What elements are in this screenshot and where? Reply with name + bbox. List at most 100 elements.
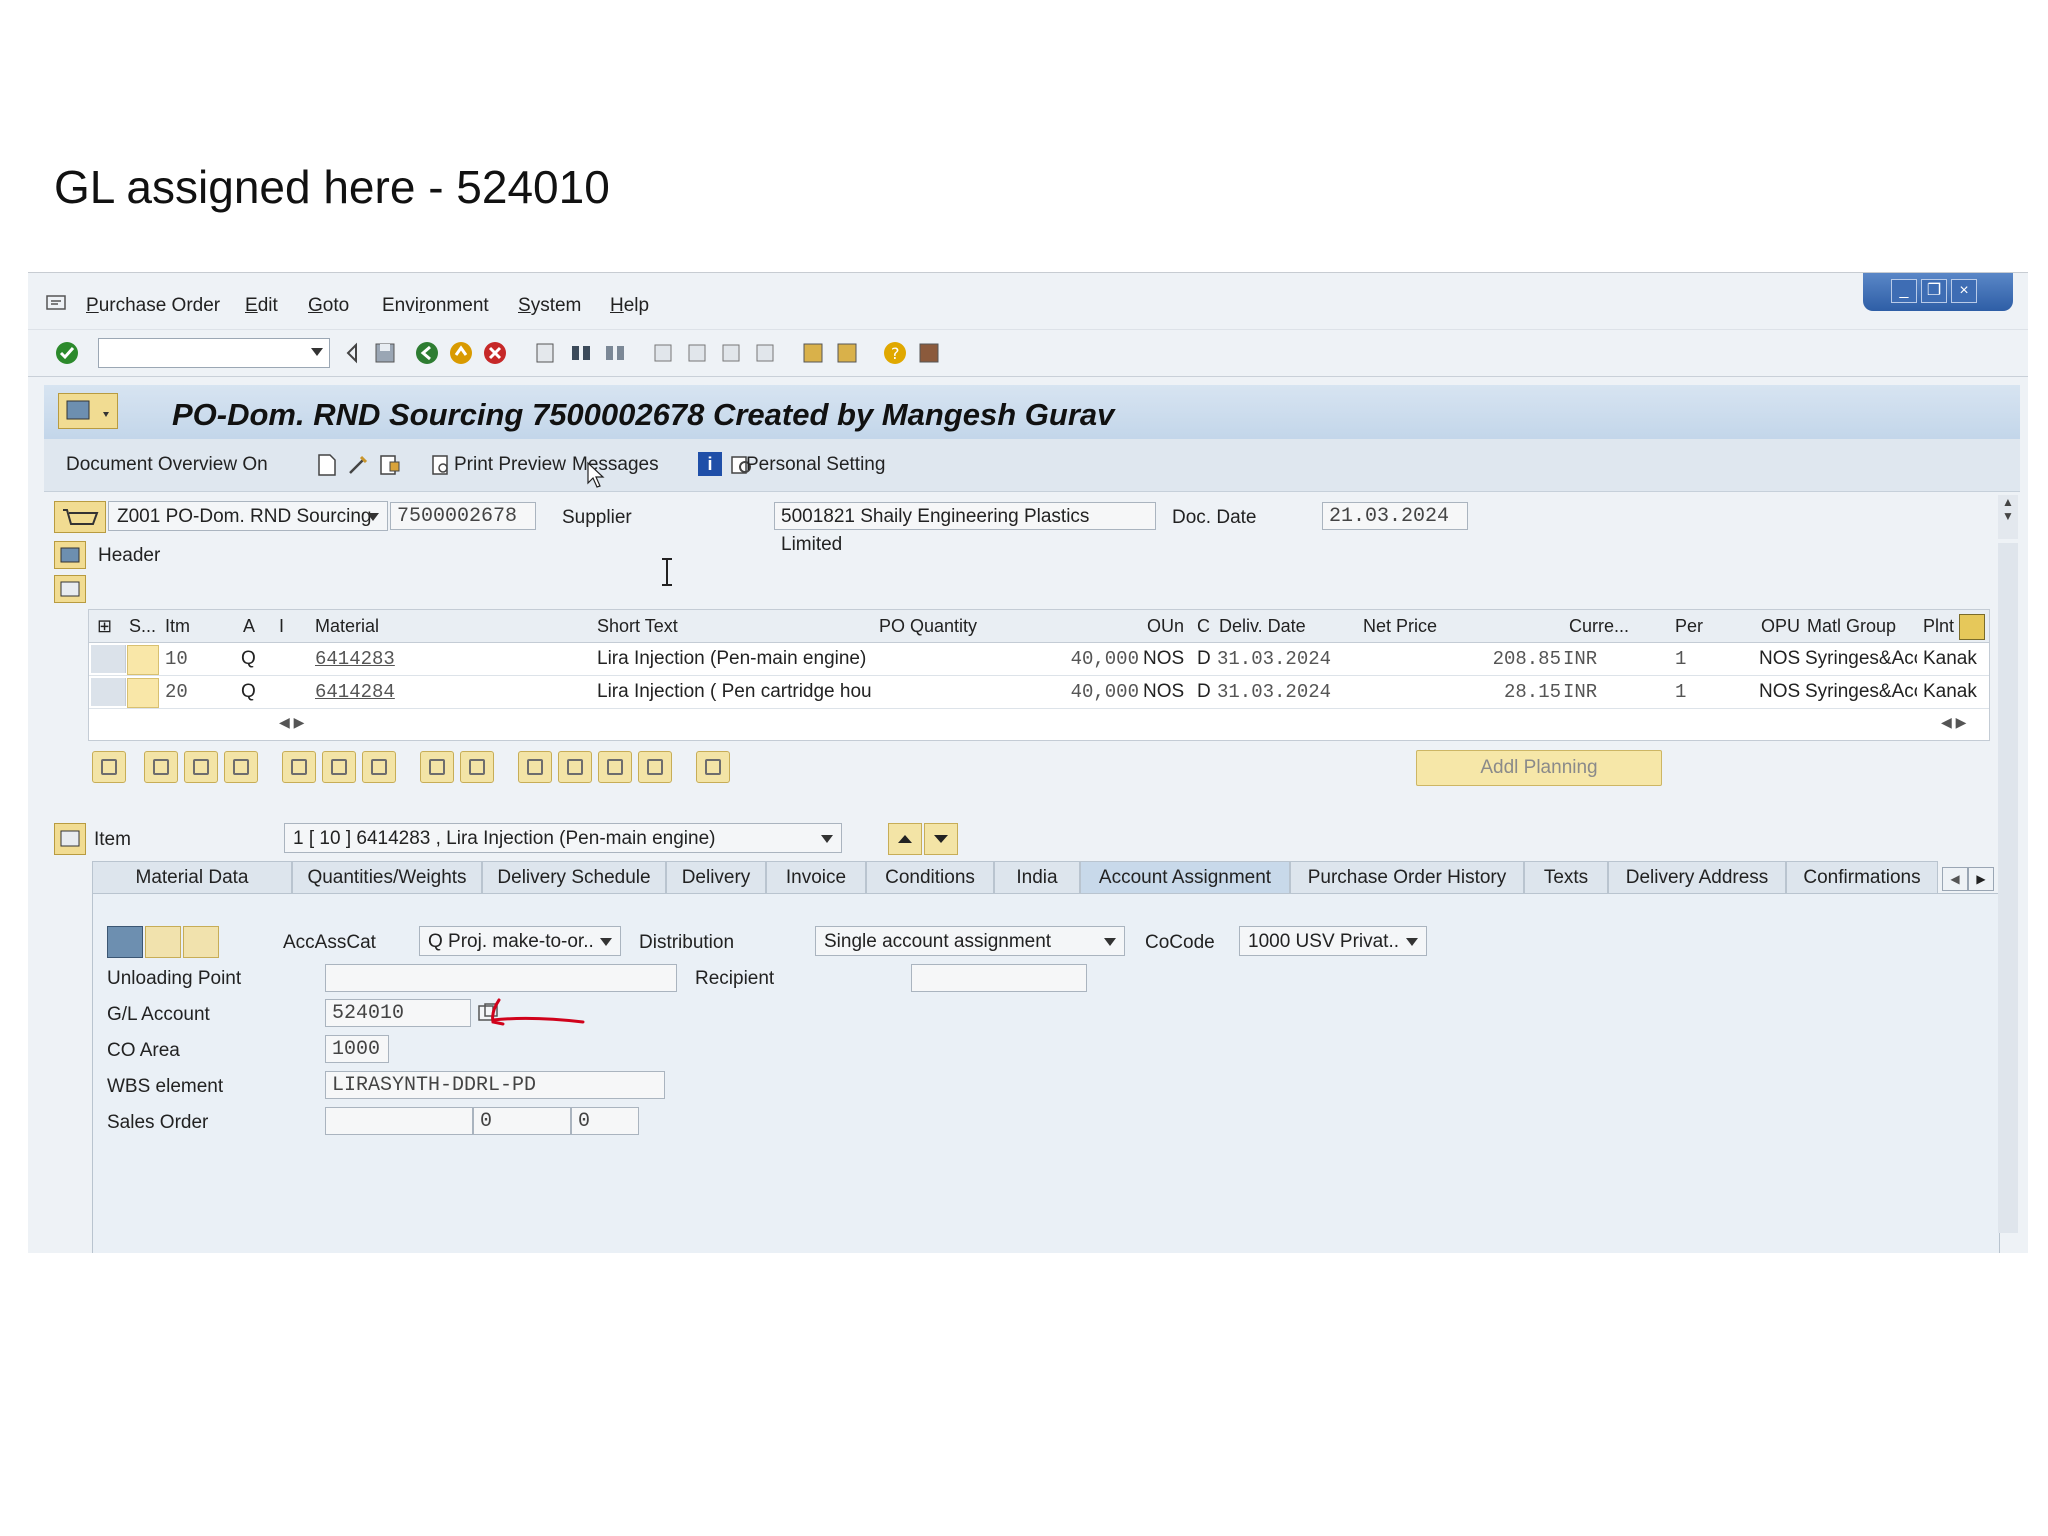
col-net-price[interactable]: Net Price <box>1363 616 1437 637</box>
change-display-icon[interactable] <box>346 453 370 477</box>
distribution-icon[interactable] <box>183 926 219 958</box>
single-view-icon[interactable] <box>145 926 181 958</box>
row-status-cell[interactable] <box>127 678 159 708</box>
main-scrollbar[interactable] <box>1998 543 2018 1233</box>
unlock-button[interactable] <box>362 751 396 783</box>
tab-scroll-right-icon[interactable]: ▶ <box>1968 867 1994 891</box>
lock-button[interactable] <box>322 751 356 783</box>
system-menu-icon[interactable] <box>46 293 68 311</box>
cancel-icon[interactable] <box>482 340 508 366</box>
wbs-element-field[interactable]: LIRASYNTH-DDRL-PD <box>325 1071 665 1099</box>
cocode-select[interactable]: 1000 USV Privat.. <box>1239 926 1427 956</box>
table-row[interactable]: 20 Q 6414284 Lira Injection ( Pen cartri… <box>89 676 1989 709</box>
next-item-button[interactable] <box>924 823 958 855</box>
horizontal-scroll-right[interactable]: ◀ ▶ <box>1941 714 1981 732</box>
tab-conditions[interactable]: Conditions <box>866 861 994 893</box>
filter-button[interactable] <box>598 751 632 783</box>
next-page-icon[interactable] <box>718 340 744 366</box>
col-date-category[interactable]: C <box>1197 616 1210 637</box>
menu-edit[interactable]: Edit <box>245 295 278 317</box>
col-item-category[interactable]: I <box>279 616 284 637</box>
split-button[interactable] <box>460 751 494 783</box>
cell-material[interactable]: 6414284 <box>315 681 395 703</box>
menu-system[interactable]: System <box>518 295 581 317</box>
table-row[interactable]: 10 Q 6414283 Lira Injection (Pen-main en… <box>89 643 1989 676</box>
tab-texts[interactable]: Texts <box>1524 861 1608 893</box>
minimize-icon[interactable]: _ <box>1891 279 1917 303</box>
save-icon[interactable] <box>372 340 398 366</box>
row-selector[interactable] <box>91 678 126 706</box>
cart-icon[interactable] <box>54 501 106 533</box>
tab-invoice[interactable]: Invoice <box>766 861 866 893</box>
command-field[interactable] <box>98 338 330 368</box>
print-items-button[interactable] <box>518 751 552 783</box>
item-detail-icon[interactable] <box>54 823 86 855</box>
close-icon[interactable]: × <box>1951 279 1977 303</box>
find-icon[interactable] <box>568 340 594 366</box>
distribution-select[interactable]: Single account assignment <box>815 926 1125 956</box>
back-icon[interactable] <box>414 340 440 366</box>
last-page-icon[interactable] <box>752 340 778 366</box>
default-values-button[interactable] <box>696 751 730 783</box>
col-account-category[interactable]: A <box>243 616 255 637</box>
first-page-icon[interactable] <box>650 340 676 366</box>
delete-filter-button[interactable] <box>638 751 672 783</box>
sales-order-field[interactable] <box>325 1107 473 1135</box>
previous-item-button[interactable] <box>888 823 922 855</box>
menu-goto[interactable]: Goto <box>308 295 349 317</box>
select-block-button[interactable] <box>184 751 218 783</box>
header-expand-icon[interactable] <box>54 541 86 569</box>
menu-environment[interactable]: Environment <box>382 295 489 317</box>
col-delivery-date[interactable]: Deliv. Date <box>1219 616 1306 637</box>
tab-india[interactable]: India <box>994 861 1080 893</box>
column-config-icon[interactable] <box>1959 614 1985 640</box>
col-short-text[interactable]: Short Text <box>597 616 678 637</box>
accasscat-select[interactable]: Q Proj. make-to-or.. <box>419 926 621 956</box>
row-status-cell[interactable] <box>127 645 159 675</box>
create-session-icon[interactable] <box>800 340 826 366</box>
tab-confirmations[interactable]: Confirmations <box>1786 861 1938 893</box>
col-opu[interactable]: OPU <box>1761 616 1800 637</box>
shortcut-icon[interactable] <box>834 340 860 366</box>
col-item[interactable]: Itm <box>165 616 190 637</box>
col-material-group[interactable]: Matl Group <box>1807 616 1896 637</box>
enter-check-icon[interactable] <box>54 340 80 366</box>
new-document-icon[interactable] <box>316 453 338 477</box>
print-preview-button[interactable]: Print Preview <box>454 454 566 476</box>
col-order-unit[interactable]: OUn <box>1147 616 1184 637</box>
col-currency[interactable]: Curre... <box>1569 616 1629 637</box>
document-overview-button[interactable]: Document Overview On <box>66 454 268 476</box>
tab-delivery[interactable]: Delivery <box>666 861 766 893</box>
messages-button[interactable]: Messages <box>572 454 659 476</box>
sort-ascending-button[interactable] <box>558 751 592 783</box>
document-type-select[interactable]: Z001 PO-Dom. RND Sourcing <box>108 501 388 531</box>
other-document-icon[interactable] <box>378 453 402 477</box>
exit-icon[interactable] <box>448 340 474 366</box>
col-status[interactable]: S... <box>129 616 156 637</box>
print-icon[interactable] <box>532 340 558 366</box>
menu-purchase-order[interactable]: Purchase Order <box>86 295 220 317</box>
delete-button[interactable] <box>282 751 316 783</box>
tab-delivery-schedule[interactable]: Delivery Schedule <box>482 861 666 893</box>
col-plant[interactable]: Plnt <box>1923 616 1954 637</box>
doc-date-field[interactable]: 21.03.2024 <box>1322 502 1468 530</box>
cell-material[interactable]: 6414283 <box>315 648 395 670</box>
details-button[interactable] <box>92 751 126 783</box>
layout-menu-icon[interactable] <box>916 340 942 366</box>
back-nav-icon[interactable] <box>340 340 366 366</box>
col-po-quantity[interactable]: PO Quantity <box>879 616 977 637</box>
tab-material-data[interactable]: Material Data <box>92 861 292 893</box>
gl-account-field[interactable]: 524010 <box>325 999 471 1027</box>
menu-help[interactable]: Help <box>610 295 649 317</box>
sales-order-item-field[interactable]: 0 <box>473 1107 571 1135</box>
table-settings-icon[interactable]: ⊞ <box>97 616 112 637</box>
item-overview-icon[interactable] <box>54 575 86 603</box>
row-selector[interactable] <box>91 645 126 673</box>
select-all-button[interactable] <box>144 751 178 783</box>
previous-page-icon[interactable] <box>684 340 710 366</box>
horizontal-scroll-left[interactable]: ◀ ▶ <box>279 714 349 732</box>
sales-order-schedule-field[interactable]: 0 <box>571 1107 639 1135</box>
supplier-field[interactable]: 5001821 Shaily Engineering Plastics Limi… <box>774 502 1156 555</box>
item-select[interactable]: 1 [ 10 ] 6414283 , Lira Injection (Pen-m… <box>284 823 842 853</box>
personal-setting-button[interactable]: Personal Setting <box>746 454 885 476</box>
